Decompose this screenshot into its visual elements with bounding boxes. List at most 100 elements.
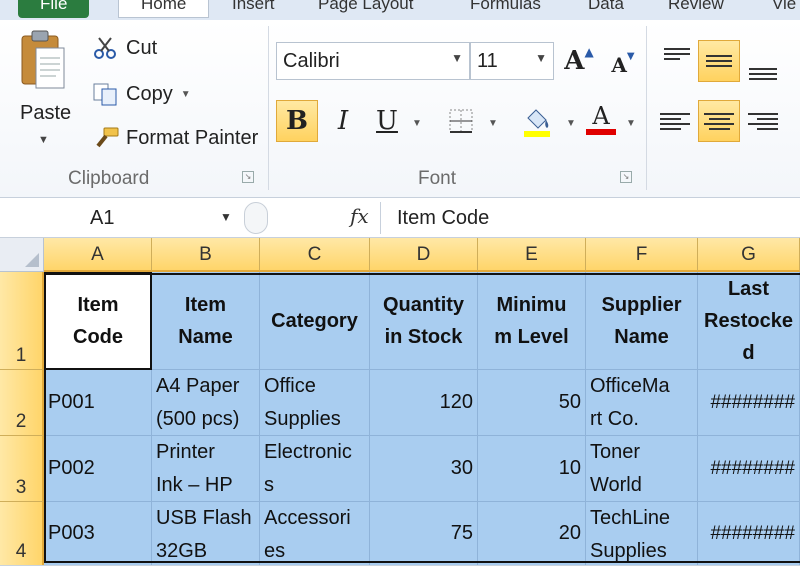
cell-f3[interactable]: Toner World bbox=[586, 436, 698, 502]
cell-text-line: Item bbox=[77, 294, 119, 316]
cell-c1[interactable]: Category bbox=[260, 272, 370, 370]
font-group-label: Font bbox=[418, 168, 457, 189]
formula-bar-splitter[interactable] bbox=[244, 202, 268, 234]
underline-dropdown-icon[interactable]: ▼ bbox=[412, 118, 422, 129]
chevron-down-icon[interactable]: ▼ bbox=[451, 51, 463, 65]
font-size-value: 11 bbox=[477, 49, 498, 72]
cell-text-line: rt Co. bbox=[590, 408, 639, 430]
cell-c2[interactable]: Office Supplies bbox=[260, 370, 370, 436]
fill-color-button[interactable] bbox=[516, 100, 558, 142]
cell-b3[interactable]: Printer Ink – HP bbox=[152, 436, 260, 502]
copy-button[interactable]: Copy ▼ bbox=[92, 82, 191, 106]
font-size-combo[interactable]: 11 ▼ bbox=[470, 42, 554, 80]
row-header-4[interactable]: 4 bbox=[0, 502, 44, 566]
cell-a3[interactable]: P002 bbox=[44, 436, 152, 502]
cell-e2[interactable]: 50 bbox=[478, 370, 586, 436]
cell-g3[interactable]: ######## bbox=[698, 436, 800, 502]
tab-home[interactable]: Home bbox=[118, 0, 210, 18]
cell-d2[interactable]: 120 bbox=[370, 370, 478, 436]
tab-data[interactable]: Data bbox=[588, 0, 624, 18]
borders-icon bbox=[449, 109, 473, 133]
font-color-dropdown-icon[interactable]: ▼ bbox=[626, 118, 636, 129]
bold-icon: B bbox=[286, 106, 308, 136]
align-right-button[interactable] bbox=[742, 100, 784, 142]
cell-e3[interactable]: 10 bbox=[478, 436, 586, 502]
cell-text-line: (500 pcs) bbox=[156, 408, 240, 430]
cell-text-line: Minimu bbox=[496, 293, 567, 316]
font-name-combo[interactable]: Calibri ▼ bbox=[276, 42, 470, 80]
formula-input[interactable]: Item Code bbox=[380, 202, 800, 234]
tab-insert[interactable]: Insert bbox=[232, 0, 275, 18]
cell-c3[interactable]: Electronic s bbox=[260, 436, 370, 502]
cell-d4[interactable]: 75 bbox=[370, 502, 478, 566]
select-all-button[interactable] bbox=[0, 238, 44, 272]
cell-a1[interactable]: Item Code bbox=[44, 272, 152, 370]
cell-f2[interactable]: OfficeMa rt Co. bbox=[586, 370, 698, 436]
cell-f1[interactable]: Supplier Name bbox=[586, 272, 698, 370]
cut-button[interactable]: Cut bbox=[92, 36, 157, 60]
cell-b1[interactable]: Item Name bbox=[152, 272, 260, 370]
cell-d3[interactable]: 30 bbox=[370, 436, 478, 502]
font-launcher-icon[interactable]: ↘ bbox=[620, 171, 632, 183]
clipboard-launcher-icon[interactable]: ↘ bbox=[242, 171, 254, 183]
row-header-3[interactable]: 3 bbox=[0, 436, 44, 502]
cell-a2[interactable]: P001 bbox=[44, 370, 152, 436]
cell-g4[interactable]: ######## bbox=[698, 502, 800, 566]
cell-g1[interactable]: Last Restocke d bbox=[698, 272, 800, 370]
font-color-button[interactable]: A bbox=[580, 98, 622, 140]
tab-formulas[interactable]: Formulas bbox=[470, 0, 541, 18]
chevron-down-icon[interactable]: ▼ bbox=[535, 51, 547, 65]
borders-dropdown-icon[interactable]: ▼ bbox=[488, 118, 498, 129]
grow-font-button[interactable]: A ▲ bbox=[558, 40, 600, 82]
cell-text-line: USB Flash bbox=[156, 507, 252, 529]
insert-function-icon[interactable]: fx bbox=[350, 204, 369, 228]
cell-text-line: Name bbox=[614, 325, 669, 348]
align-top-button[interactable] bbox=[656, 40, 698, 82]
cell-text-line: A4 Paper bbox=[156, 375, 240, 397]
row-header-2[interactable]: 2 bbox=[0, 370, 44, 436]
cell-b2[interactable]: A4 Paper (500 pcs) bbox=[152, 370, 260, 436]
cell-text-line: Quantity bbox=[382, 293, 465, 316]
align-left-button[interactable] bbox=[654, 100, 696, 142]
align-middle-button[interactable] bbox=[698, 40, 740, 82]
column-header-d[interactable]: D bbox=[370, 238, 478, 272]
fill-color-dropdown-icon[interactable]: ▼ bbox=[566, 118, 576, 129]
align-left-icon bbox=[660, 112, 690, 130]
cell-e4[interactable]: 20 bbox=[478, 502, 586, 566]
column-header-g[interactable]: G bbox=[698, 238, 800, 272]
format-painter-button[interactable]: Format Painter bbox=[92, 126, 258, 150]
column-header-f[interactable]: F bbox=[586, 238, 698, 272]
column-header-e[interactable]: E bbox=[478, 238, 586, 272]
font-color-icon: A bbox=[592, 102, 610, 130]
align-bottom-button[interactable] bbox=[742, 46, 784, 88]
paste-dropdown-icon[interactable]: ▼ bbox=[38, 134, 49, 146]
bold-button[interactable]: B bbox=[276, 100, 318, 142]
column-header-c[interactable]: C bbox=[260, 238, 370, 272]
underline-button[interactable]: U bbox=[366, 100, 408, 142]
tab-review[interactable]: Review bbox=[668, 0, 724, 18]
borders-button[interactable] bbox=[440, 100, 482, 142]
cell-e1[interactable]: Minimu m Level bbox=[478, 272, 586, 370]
cell-text-line: es bbox=[264, 540, 286, 562]
tab-view[interactable]: Vie bbox=[772, 0, 796, 18]
cell-d1[interactable]: Quantity in Stock bbox=[370, 272, 478, 370]
column-header-b[interactable]: B bbox=[152, 238, 260, 272]
copy-dropdown-icon[interactable]: ▼ bbox=[181, 89, 191, 100]
cell-f4[interactable]: TechLine Supplies bbox=[586, 502, 698, 566]
cell-a4[interactable]: P003 bbox=[44, 502, 152, 566]
tab-file[interactable]: File bbox=[18, 0, 90, 18]
name-box-dropdown-icon[interactable]: ▼ bbox=[220, 210, 232, 224]
name-box[interactable]: A1 bbox=[0, 202, 240, 234]
cell-g2[interactable]: ######## bbox=[698, 370, 800, 436]
italic-button[interactable]: I bbox=[322, 100, 364, 142]
underline-icon: U bbox=[376, 106, 398, 136]
column-header-a[interactable]: A bbox=[44, 238, 152, 272]
cell-text-line: Office bbox=[264, 375, 316, 397]
row-header-1[interactable]: 1 bbox=[0, 272, 44, 370]
align-center-button[interactable] bbox=[698, 100, 740, 142]
cell-b4[interactable]: USB Flash 32GB bbox=[152, 502, 260, 566]
group-separator bbox=[646, 26, 647, 190]
shrink-font-button[interactable]: A ▼ bbox=[602, 44, 644, 86]
cell-c4[interactable]: Accessori es bbox=[260, 502, 370, 566]
tab-page-layout[interactable]: Page Layout bbox=[318, 0, 413, 18]
